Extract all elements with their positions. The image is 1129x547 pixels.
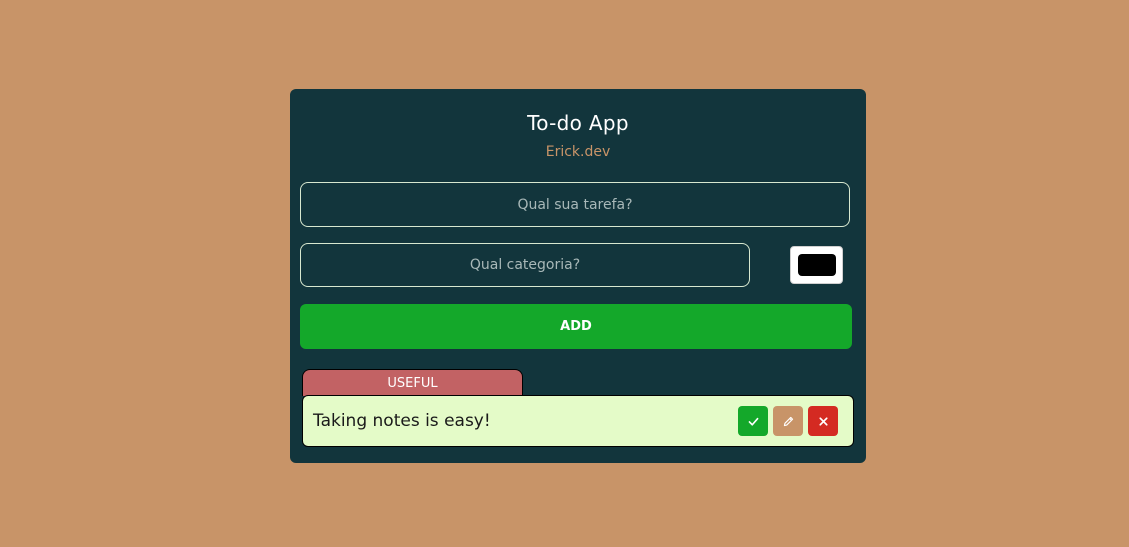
app-title: To-do App — [527, 111, 629, 135]
category-label: USEFUL — [302, 369, 523, 396]
task-text: Taking notes is easy! — [313, 411, 491, 431]
category-input[interactable] — [300, 243, 750, 287]
close-icon — [818, 416, 828, 426]
edit-task-button[interactable] — [773, 406, 803, 436]
color-picker[interactable] — [790, 246, 843, 284]
task-item: Taking notes is easy! — [302, 395, 854, 447]
task-input[interactable] — [300, 182, 850, 227]
delete-task-button[interactable] — [808, 406, 838, 436]
todo-card: To-do App Erick.dev ADD USEFUL Taking no… — [290, 89, 866, 463]
app-subtitle: Erick.dev — [545, 144, 611, 160]
pencil-icon — [783, 416, 793, 426]
color-swatch — [797, 254, 836, 276]
add-button[interactable]: ADD — [300, 304, 852, 349]
check-icon — [748, 417, 758, 426]
complete-task-button[interactable] — [738, 406, 768, 436]
